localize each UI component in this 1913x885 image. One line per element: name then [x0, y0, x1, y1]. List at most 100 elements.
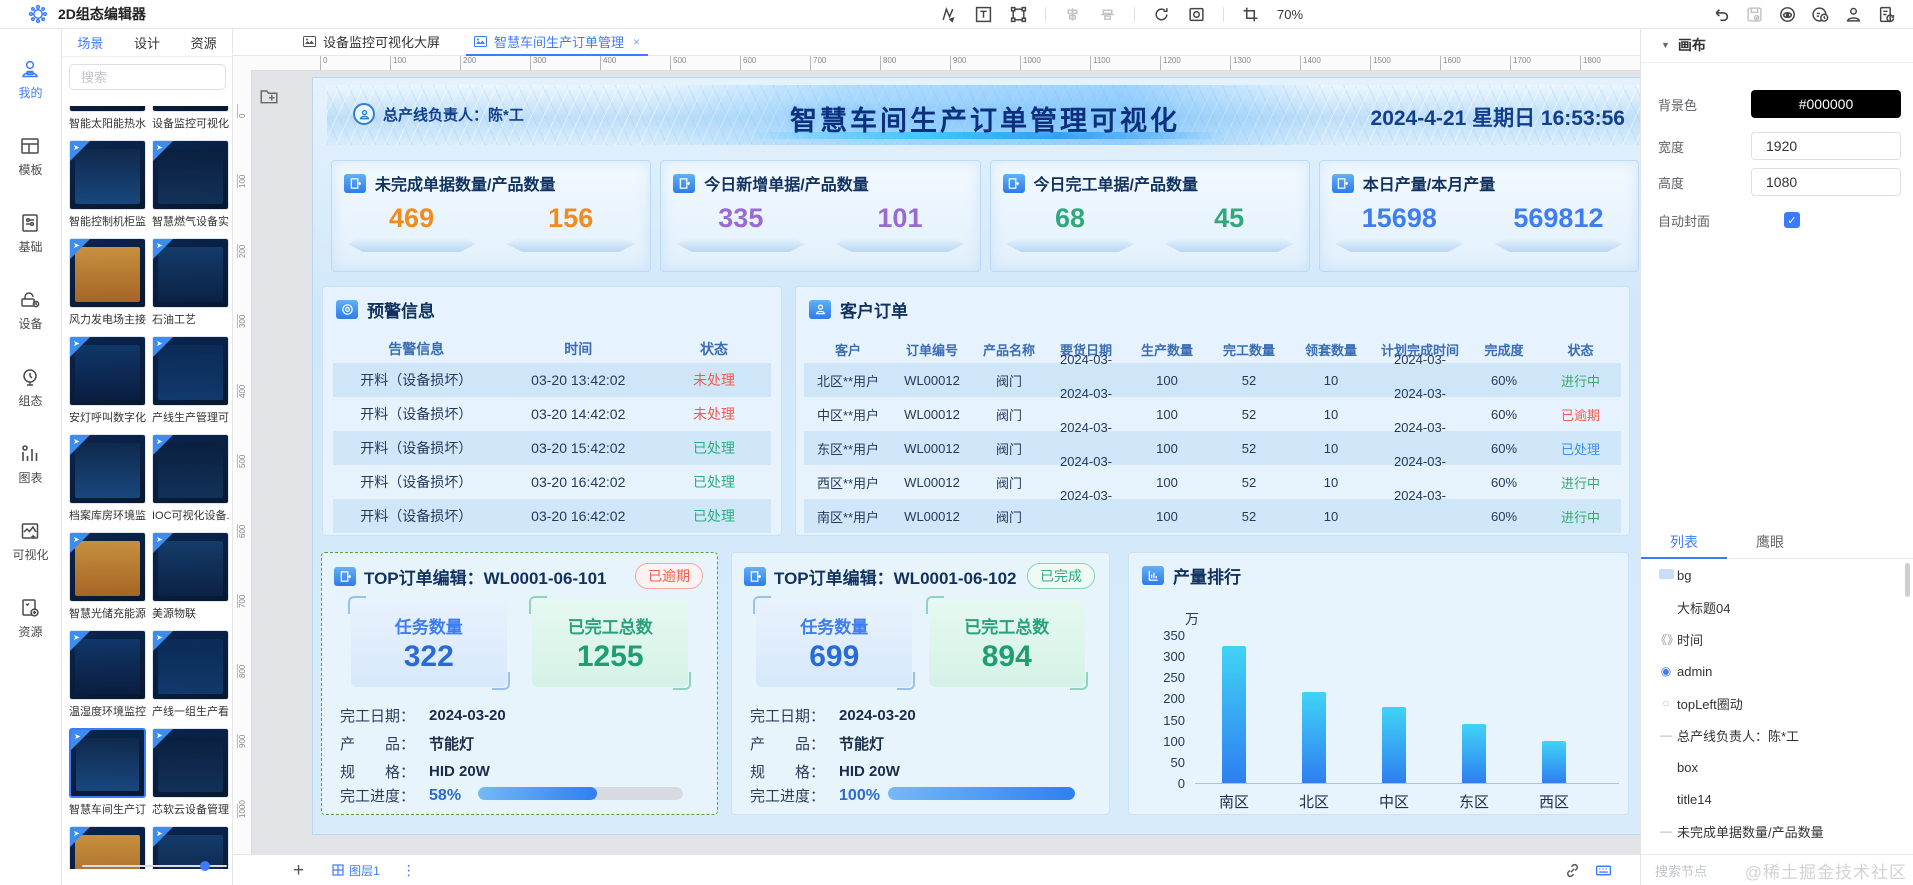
table-row[interactable]: 开料（设备损坏） 03-20 15:42:02 已处理 [333, 431, 771, 465]
layer-selector[interactable]: 图层1 [332, 862, 380, 879]
stat-card[interactable]: 未完成单据数量/产品数量 469 156 [331, 160, 652, 272]
sidebar-item-visual[interactable]: 可视化 [12, 520, 49, 563]
table-row[interactable]: 东区**用户 WL00012 阀门 2024-03- 100 52 10 2024-03- 60… [804, 420, 1621, 465]
template-item[interactable]: ➤ 智能太阳能热水... [69, 106, 146, 132]
link-icon[interactable] [1564, 862, 1581, 879]
template-item[interactable]: ➤ 芯软云设备管理... [152, 728, 229, 818]
stat-card[interactable]: 今日新增单据/产品数量 335 101 [660, 160, 981, 272]
width-input[interactable]: 1920 [1751, 132, 1901, 160]
layer-item[interactable]: title14 [1641, 783, 1913, 815]
template-item[interactable]: ➤ 美源物联 [152, 532, 229, 622]
template-item[interactable]: ➤ 产线生产管理可... [152, 336, 229, 426]
table-row[interactable]: 西区**用户 WL00012 阀门 2024-03- 100 52 10 2024-03- 60… [804, 454, 1621, 499]
canvas-viewport[interactable]: 总产线负责人：陈*工 智慧车间生产订单管理可视化 2024-4-21 星期日 1… [251, 70, 1640, 855]
panel-tab-场景[interactable]: 场景 [77, 33, 103, 52]
template-search[interactable] [69, 64, 259, 90]
template-thumbnail[interactable]: ➤ [152, 106, 229, 112]
template-item[interactable]: ➤ 档案库房环境监... [69, 434, 146, 524]
zoom-level[interactable]: 70% [1277, 7, 1303, 22]
sidebar-item-resource[interactable]: 资源 [18, 597, 43, 640]
undo-button[interactable] [1713, 6, 1730, 23]
save-button[interactable] [1746, 6, 1763, 23]
scrollbar[interactable] [1905, 563, 1910, 597]
table-row[interactable]: 北区**用户 WL00012 阀门 2024-03- 100 52 10 2024-03- 60… [804, 352, 1621, 397]
layer-item[interactable]: bg [1641, 559, 1913, 591]
sidebar-item-gauge[interactable]: 组态 [18, 366, 43, 409]
sidebar-item-device[interactable]: 设备 [18, 289, 43, 332]
sidebar-item-template[interactable]: 模板 [18, 135, 43, 178]
close-tab-icon[interactable]: × [633, 35, 640, 49]
template-thumbnail[interactable]: ➤ [69, 238, 146, 308]
stat-card[interactable]: 本日产量/本月产量 15698 569812 [1318, 160, 1639, 272]
template-thumbnail[interactable]: ➤ [69, 140, 146, 210]
layer-item[interactable]: 大标题04 [1641, 591, 1913, 623]
canvas-section-header[interactable]: ▼ 画布 [1641, 28, 1913, 63]
alarm-panel[interactable]: 预警信息 告警信息 时间 状态 开料（设备损坏） 03-20 13:42:02 未处理 开料… [322, 286, 782, 536]
template-thumbnail[interactable]: ➤ [69, 532, 146, 602]
panel-zoom-slider[interactable] [82, 861, 227, 871]
layer-item[interactable]: ○ topLeft圈动 [1641, 687, 1913, 719]
template-item[interactable]: ➤ IOC可视化设备... [152, 434, 229, 524]
align-horizontal-button[interactable] [1064, 6, 1081, 23]
canvas-tab[interactable]: 智慧车间生产订单管理 × [466, 28, 649, 56]
layer-tab-列表[interactable]: 列表 [1641, 528, 1727, 559]
fit-screen-button[interactable] [1188, 6, 1205, 23]
align-vertical-button[interactable] [1099, 6, 1116, 23]
template-thumbnail[interactable]: ➤ [152, 630, 229, 700]
text-tool[interactable] [975, 6, 992, 23]
template-item[interactable]: ➤ 安灯呼叫数字化... [69, 336, 146, 426]
template-item[interactable]: ➤ 智慧光储充能源... [69, 532, 146, 622]
layer-tab-鹰眼[interactable]: 鹰眼 [1727, 528, 1813, 558]
template-thumbnail[interactable]: ➤ [69, 336, 146, 406]
output-ranking-panel[interactable]: 产量排行 万 350 300 250 200 150 100 50 0 南区 北区 中区 东区 西区 [1128, 552, 1629, 815]
table-row[interactable]: 开料（设备损坏） 03-20 13:42:02 未处理 [333, 363, 771, 397]
dashboard-canvas[interactable]: 总产线负责人：陈*工 智慧车间生产订单管理可视化 2024-4-21 星期日 1… [313, 78, 1640, 834]
add-folder-icon[interactable] [259, 86, 279, 106]
crop-tool[interactable] [1242, 6, 1259, 23]
template-item[interactable]: ➤ 智能控制机柜监... [69, 140, 146, 230]
template-thumbnail[interactable]: ➤ [69, 630, 146, 700]
template-thumbnail[interactable]: ➤ [69, 106, 146, 112]
template-item[interactable]: ➤ 智慧燃气设备实... [152, 140, 229, 230]
template-item[interactable]: ➤ 智慧车间生产订... [69, 728, 146, 818]
template-item[interactable]: ➤ 石油工艺 [152, 238, 229, 328]
user-icon[interactable] [1845, 6, 1862, 23]
top-order-panel-2[interactable]: TOP订单编辑：WL0001-06-102 已完成 任务数量 699 已完工总数… [731, 552, 1110, 815]
template-thumbnail[interactable]: ➤ [152, 238, 229, 308]
template-item[interactable]: ➤ 产线一组生产看板 [152, 630, 229, 720]
table-row[interactable]: 开料（设备损坏） 03-20 14:42:02 未处理 [333, 397, 771, 431]
layer-menu-button[interactable]: ⋮ [402, 862, 417, 879]
bg-color-input[interactable]: #000000 [1751, 90, 1901, 118]
template-thumbnail[interactable]: ➤ [152, 728, 229, 798]
auto-cover-checkbox[interactable]: ✓ [1784, 212, 1800, 228]
panel-tab-资源[interactable]: 资源 [191, 33, 217, 52]
layer-item[interactable]: 《》 时间 [1641, 623, 1913, 655]
node-search-placeholder[interactable]: 搜索节点 [1655, 861, 1707, 880]
keyboard-icon[interactable] [1595, 862, 1612, 879]
log-icon[interactable] [1878, 6, 1895, 23]
slider-handle[interactable] [200, 861, 210, 871]
top-order-panel-1[interactable]: TOP订单编辑：WL0001-06-101 已逾期 任务数量 322 已完工总数… [321, 552, 718, 815]
layer-item[interactable]: box [1641, 751, 1913, 783]
template-thumbnail[interactable]: ➤ [152, 336, 229, 406]
template-thumbnail[interactable]: ➤ [152, 532, 229, 602]
sidebar-item-sliders[interactable]: 基础 [18, 212, 43, 255]
history-icon[interactable] [1812, 6, 1829, 23]
template-thumbnail[interactable]: ➤ [152, 434, 229, 504]
frame-tool[interactable] [1010, 6, 1027, 23]
add-layer-button[interactable]: + [293, 861, 304, 880]
layer-item[interactable]: — 总产线负责人：陈*工 [1641, 719, 1913, 751]
template-item[interactable]: ➤ 温湿度环境监控... [69, 630, 146, 720]
vector-pen-tool[interactable] [940, 6, 957, 23]
template-item[interactable]: ➤ 风力发电场主接... [69, 238, 146, 328]
sidebar-item-user[interactable]: 我的 [18, 58, 43, 101]
table-row[interactable]: 开料（设备损坏） 03-20 16:42:02 已处理 [333, 465, 771, 499]
layer-item[interactable]: — 未完成单据数量/产品数量 [1641, 815, 1913, 847]
layer-item[interactable]: ◉ admin [1641, 655, 1913, 687]
stat-card[interactable]: 今日完工单据/产品数量 68 45 [989, 160, 1310, 272]
preview-eye-icon[interactable] [1779, 6, 1796, 23]
template-thumbnail[interactable]: ➤ [152, 140, 229, 210]
sidebar-item-chart[interactable]: 图表 [18, 443, 43, 486]
table-row[interactable]: 中区**用户 WL00012 阀门 2024-03- 100 52 10 2024-03- 60… [804, 386, 1621, 431]
height-input[interactable]: 1080 [1751, 168, 1901, 196]
